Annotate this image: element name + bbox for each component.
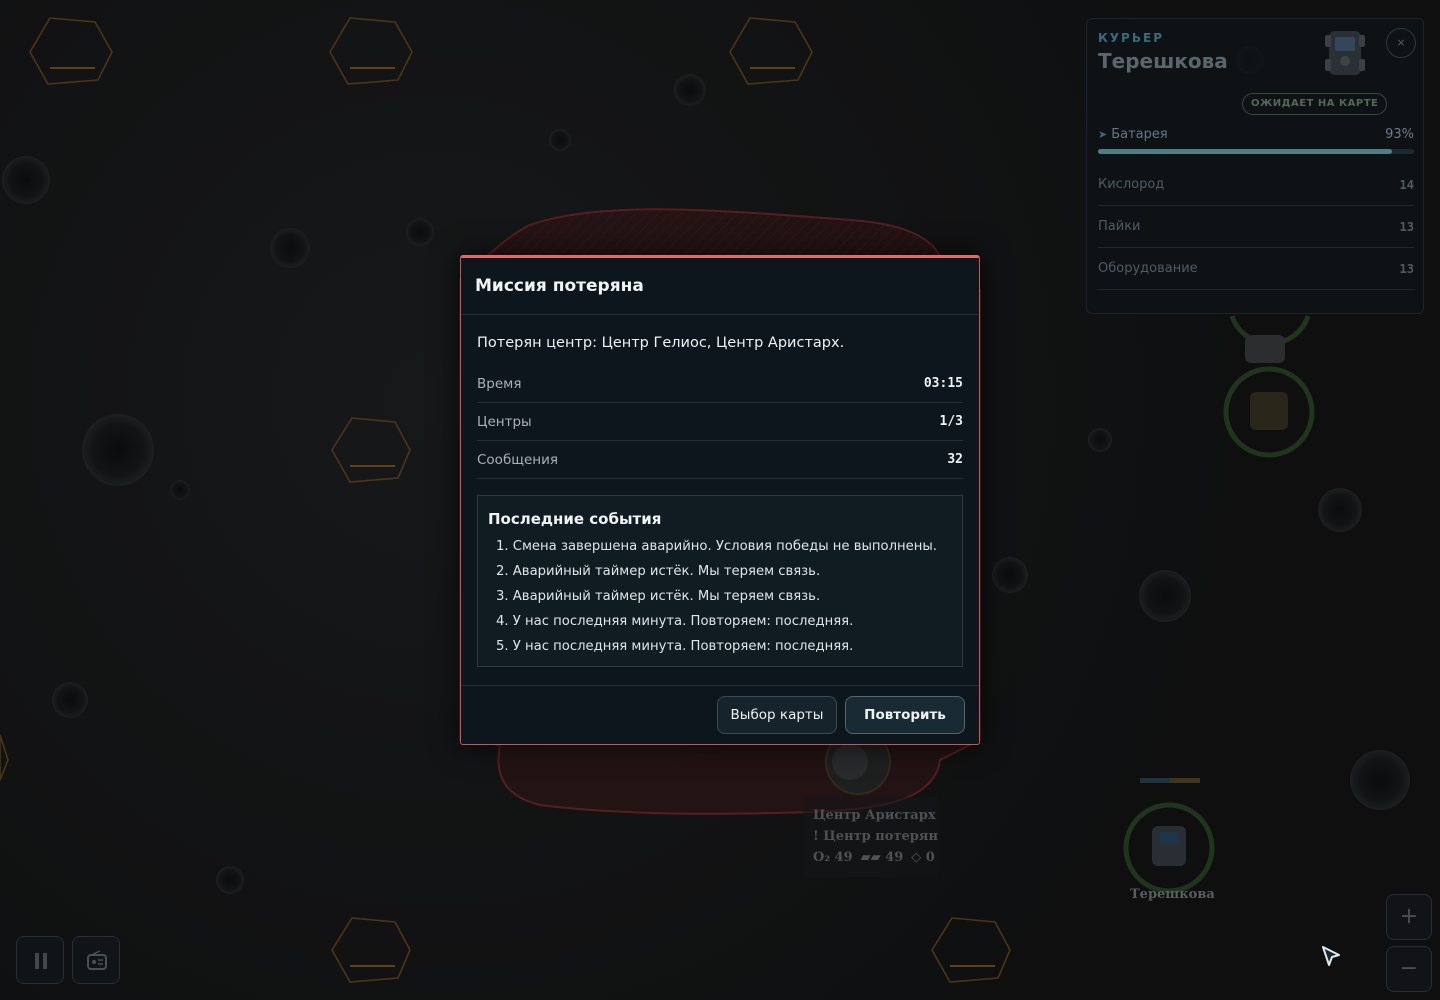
stat-value: 13 <box>1399 219 1414 234</box>
courier-panel: КУРЬЕР Терешкова × ОЖИДАЕТ НА КАРТЕ ➤ Бат… <box>1086 18 1424 314</box>
zoom-in-button[interactable]: + <box>1386 894 1432 940</box>
stat-label: Пайки <box>1098 219 1141 234</box>
stat-messages: Сообщения 32 <box>477 441 963 479</box>
center-lost-warning: ! Центр потерян <box>813 829 938 844</box>
rover-portrait-icon <box>1325 31 1365 75</box>
mission-lost-dialog: Миссия потеряна Потерян центр: Центр Гел… <box>460 255 980 745</box>
stat-label: Кислород <box>1098 177 1165 192</box>
events-list: 1. Смена завершена аварийно. Условия поб… <box>488 537 952 662</box>
list-item: 2. Аварийный таймер истёк. Мы теряем свя… <box>496 564 821 579</box>
center-resources: O₂ 49 ▰▰ 49 ◇ 0 <box>813 847 935 868</box>
stat-value: 13 <box>1399 261 1414 276</box>
pause-icon <box>35 953 47 969</box>
radio-icon <box>87 950 107 970</box>
dialog-title: Миссия потеряна <box>475 276 644 296</box>
cursor-icon <box>1322 946 1340 966</box>
battery-row: ➤ Батарея 93% <box>1098 127 1414 142</box>
equipment-count: ◇ 0 <box>911 850 935 865</box>
stat-value: 14 <box>1399 177 1414 192</box>
retry-button[interactable]: Повторить <box>845 696 965 734</box>
radio-button[interactable] <box>72 936 120 984</box>
center-aristarh-label[interactable]: Центр Аристарх ! Центр потерян O₂ 49 ▰▰ … <box>803 797 938 877</box>
recent-events-box: Последние события 1. Смена завершена ава… <box>477 495 963 667</box>
list-item: 3. Аварийный таймер истёк. Мы теряем свя… <box>496 589 821 604</box>
battery-fill <box>1098 149 1392 154</box>
pause-button[interactable] <box>16 936 64 984</box>
battery-bar <box>1098 149 1414 154</box>
stat-centers: Центры 1/3 <box>477 403 963 441</box>
stat-equipment: Оборудование 13 <box>1098 248 1414 290</box>
rations-count: ▰▰ 49 <box>860 850 904 865</box>
rover-name-label[interactable]: Терешкова <box>1130 884 1215 905</box>
stat-label: Центры <box>477 413 532 430</box>
stat-label: Сообщения <box>477 451 559 468</box>
stat-time: Время 03:15 <box>477 365 963 403</box>
battery-label: Батарея <box>1111 127 1168 142</box>
zoom-out-button[interactable]: − <box>1386 946 1432 992</box>
stat-value: 32 <box>947 452 963 467</box>
list-item: 5. У нас последняя минута. Повторяем: по… <box>496 639 854 654</box>
map-select-button[interactable]: Выбор карты <box>717 696 837 734</box>
dialog-header: Миссия потеряна <box>461 258 979 315</box>
stat-value: 03:15 <box>923 376 963 391</box>
bolt-icon: ➤ <box>1098 128 1108 141</box>
events-title: Последние события <box>488 510 662 528</box>
stat-label: Оборудование <box>1098 261 1198 276</box>
dialog-body: Потерян центр: Центр Гелиос, Центр Арист… <box>461 335 979 667</box>
oxygen-count: O₂ 49 <box>813 850 853 865</box>
stat-label: Время <box>477 375 522 392</box>
stat-value: 1/3 <box>939 414 963 429</box>
status-badge: ОЖИДАЕТ НА КАРТЕ <box>1242 93 1388 115</box>
stat-rations: Пайки 13 <box>1098 206 1414 248</box>
lost-centers-text: Потерян центр: Центр Гелиос, Центр Арист… <box>477 335 845 351</box>
center-name: Центр Аристарх <box>813 808 936 823</box>
list-item: 1. Смена завершена аварийно. Условия поб… <box>496 539 937 554</box>
dialog-footer: Выбор карты Повторить <box>461 685 979 744</box>
close-icon[interactable]: × <box>1386 28 1416 58</box>
stat-oxygen: Кислород 14 <box>1098 164 1414 206</box>
list-item: 4. У нас последняя минута. Повторяем: по… <box>496 614 854 629</box>
mission-stats: Время 03:15 Центры 1/3 Сообщения 32 <box>477 365 963 479</box>
battery-value: 93% <box>1385 127 1414 142</box>
